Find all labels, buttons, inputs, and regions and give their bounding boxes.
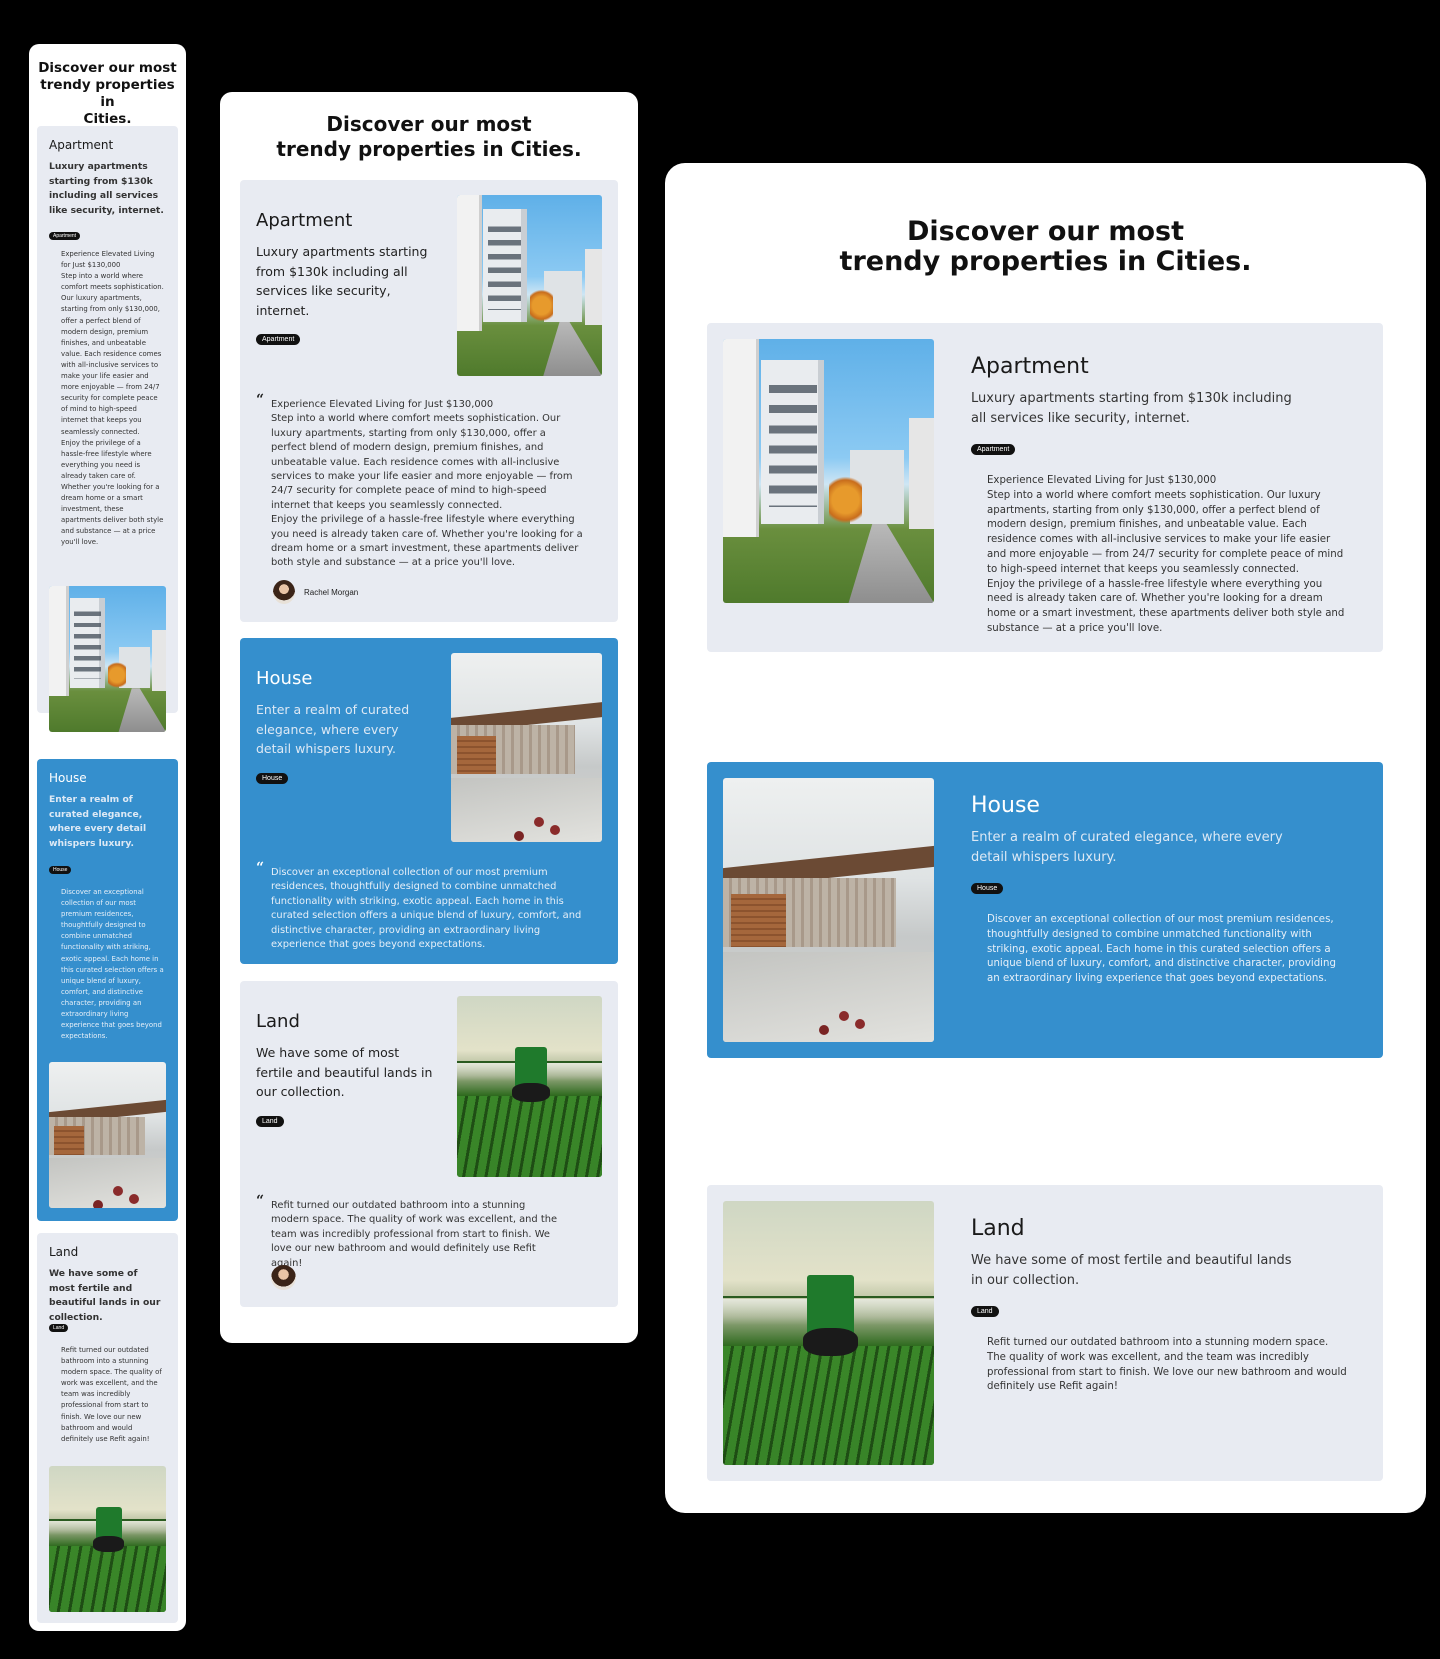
land-image bbox=[457, 996, 602, 1177]
card-label: Land bbox=[971, 1216, 1025, 1241]
category-badge: Land bbox=[971, 1306, 999, 1317]
apartment-image bbox=[457, 195, 602, 376]
apartment-card[interactable]: Apartment Luxury apartments starting fro… bbox=[707, 323, 1383, 652]
card-subtitle: Luxury apartments starting from $130k in… bbox=[971, 391, 1292, 426]
page-title: Discover our most trendy properties in C… bbox=[276, 112, 582, 161]
quote-mark-icon: “ bbox=[256, 392, 265, 408]
category-badge: Apartment bbox=[256, 334, 301, 345]
card-quote: Experience Elevated Living for Just $130… bbox=[987, 475, 1345, 634]
card-quote: Discover an exceptional collection of ou… bbox=[987, 914, 1336, 985]
card-subtitle: We have some of most fertile and beautif… bbox=[971, 1253, 1292, 1288]
mobile-preview-frame: Discover our most trendy properties in C… bbox=[29, 44, 186, 1631]
card-label: Land bbox=[49, 1245, 79, 1259]
author-avatar bbox=[273, 580, 295, 604]
card-subtitle: Enter a realm of curated elegance, where… bbox=[49, 794, 147, 849]
land-image bbox=[49, 1466, 166, 1612]
category-badge: House bbox=[256, 773, 289, 784]
house-image bbox=[451, 653, 602, 842]
card-quote: Refit turned our outdated bathroom into … bbox=[271, 1200, 558, 1269]
card-subtitle: We have some of most fertile and beautif… bbox=[256, 1045, 433, 1099]
author-name: Rachel Morgan bbox=[304, 588, 359, 597]
house-card[interactable]: House Enter a realm of curated elegance,… bbox=[707, 762, 1383, 1058]
card-label: House bbox=[49, 771, 87, 785]
page-title: Discover our most trendy properties in C… bbox=[38, 60, 177, 127]
category-badge: House bbox=[971, 883, 1004, 894]
land-card[interactable]: Land We have some of most fertile and be… bbox=[37, 1233, 178, 1623]
card-subtitle: Luxury apartments starting from $130k in… bbox=[256, 244, 428, 318]
card-label: Apartment bbox=[256, 210, 353, 231]
card-subtitle: Luxury apartments starting from $130k in… bbox=[49, 161, 164, 216]
card-subtitle: Enter a realm of curated elegance, where… bbox=[256, 702, 410, 756]
desktop-preview-frame: Discover our most trendy properties in C… bbox=[665, 163, 1426, 1513]
card-quote: Experience Elevated Living for Just $130… bbox=[271, 399, 583, 569]
category-badge: Apartment bbox=[971, 444, 1016, 455]
card-quote: Refit turned our outdated bathroom into … bbox=[61, 1346, 162, 1443]
page-title: Discover our most trendy properties in C… bbox=[839, 216, 1252, 277]
tablet-preview-frame: Discover our most trendy properties in C… bbox=[220, 92, 638, 1343]
category-badge: Land bbox=[49, 1324, 69, 1332]
card-quote: Discover an exceptional collection of ou… bbox=[61, 888, 164, 1041]
category-badge: Land bbox=[256, 1116, 284, 1127]
card-label: Apartment bbox=[49, 138, 114, 152]
category-badge: Apartment bbox=[49, 232, 81, 240]
quote-mark-icon: “ bbox=[256, 860, 265, 876]
house-card[interactable]: House Enter a realm of curated elegance,… bbox=[240, 638, 618, 964]
card-quote: Experience Elevated Living for Just $130… bbox=[61, 250, 164, 547]
apartment-image bbox=[723, 339, 934, 603]
author-avatar bbox=[271, 1265, 296, 1290]
apartment-card[interactable]: Apartment Luxury apartments starting fro… bbox=[240, 180, 618, 622]
land-card[interactable]: Land We have some of most fertile and be… bbox=[707, 1185, 1383, 1481]
card-subtitle: Enter a realm of curated elegance, where… bbox=[971, 830, 1283, 865]
card-subtitle: We have some of most fertile and beautif… bbox=[49, 1268, 161, 1323]
land-card[interactable]: Land We have some of most fertile and be… bbox=[240, 981, 618, 1307]
land-image bbox=[723, 1201, 934, 1465]
card-quote: Discover an exceptional collection of ou… bbox=[271, 867, 582, 951]
house-image bbox=[723, 778, 934, 1042]
card-label: Land bbox=[256, 1011, 300, 1032]
card-quote: Refit turned our outdated bathroom into … bbox=[987, 1337, 1347, 1393]
card-label: House bbox=[971, 793, 1040, 818]
category-badge: House bbox=[49, 866, 72, 874]
apartment-card[interactable]: Apartment Luxury apartments starting fro… bbox=[37, 126, 178, 732]
house-image bbox=[49, 1062, 166, 1208]
card-label: Apartment bbox=[971, 354, 1089, 379]
house-card[interactable]: House Enter a realm of curated elegance,… bbox=[37, 759, 178, 1221]
quote-mark-icon: “ bbox=[256, 1193, 265, 1209]
apartment-image bbox=[49, 586, 166, 732]
card-label: House bbox=[256, 668, 313, 689]
